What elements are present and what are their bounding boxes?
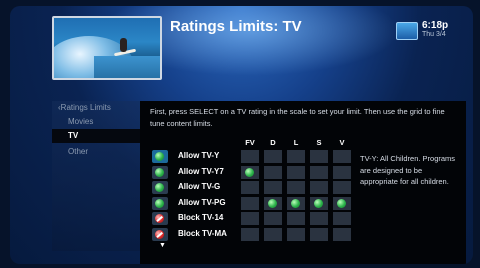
- clock-date: Thu 3/4: [422, 31, 446, 38]
- block-icon[interactable]: [152, 227, 168, 241]
- rating-description: TV-Y: All Children. Programs are designe…: [360, 154, 456, 186]
- grid-cell-d[interactable]: [264, 227, 282, 241]
- rating-row[interactable]: Block TV-14: [152, 212, 366, 227]
- grid-cell-fv[interactable]: [241, 150, 259, 163]
- grid-cell-fv[interactable]: [241, 181, 259, 194]
- grid-cell-s[interactable]: [310, 150, 328, 163]
- green-dot-icon: [337, 198, 346, 208]
- grid-cell-fv[interactable]: [241, 196, 259, 210]
- page-title: Ratings Limits: TV: [170, 18, 302, 35]
- rating-row[interactable]: Allow TV-Y7: [152, 165, 366, 181]
- grid-cell-s[interactable]: [310, 212, 328, 225]
- grid-cell-l[interactable]: [287, 181, 305, 194]
- status-area: 6:18p Thu 3/4: [396, 20, 466, 44]
- red-block-icon: [155, 229, 164, 239]
- grid-cell-d[interactable]: [264, 165, 282, 179]
- instruction-text: First, press SELECT on a TV rating in th…: [150, 107, 445, 128]
- grid-cell-v[interactable]: [333, 196, 351, 210]
- live-tv-thumbnail[interactable]: [52, 16, 162, 80]
- rating-label: Allow TV-PG: [178, 197, 226, 207]
- green-check-dot-icon: [155, 152, 164, 161]
- grid-cell-fv[interactable]: [241, 212, 259, 225]
- grid-cell-l[interactable]: [287, 150, 305, 163]
- tv-guide-icon: [396, 22, 418, 40]
- grid-cell-s[interactable]: [310, 196, 328, 210]
- green-dot-icon: [314, 198, 323, 208]
- grid-cell-s[interactable]: [310, 181, 328, 194]
- allow-icon[interactable]: [152, 165, 168, 179]
- grid-cell-fv[interactable]: [241, 227, 259, 241]
- grid-cell-l[interactable]: [287, 227, 305, 241]
- grid-cell-d[interactable]: [264, 196, 282, 210]
- clock-time: 6:18p: [422, 20, 449, 31]
- rating-label: Allow TV-Y7: [178, 166, 224, 176]
- green-dot-icon: [291, 198, 300, 208]
- surfer-image: [120, 38, 127, 52]
- rating-label: Block TV-MA: [178, 228, 227, 238]
- column-header-fv: FV: [245, 138, 255, 147]
- grid-cell-s[interactable]: [310, 165, 328, 179]
- grid-cell-fv[interactable]: [241, 165, 259, 179]
- grid-cell-v[interactable]: [333, 150, 351, 163]
- column-header-s: S: [316, 138, 322, 147]
- sidebar-item-tv[interactable]: TV: [52, 129, 140, 143]
- grid-cell-d[interactable]: [264, 181, 282, 194]
- grid-cell-l[interactable]: [287, 196, 305, 210]
- rating-label: Allow TV-Y: [178, 151, 220, 160]
- green-check-dot-icon: [155, 198, 164, 208]
- green-check-dot-icon: [155, 167, 164, 177]
- column-header-d: D: [270, 138, 276, 147]
- grid-cell-d[interactable]: [264, 212, 282, 225]
- ocean-image: [94, 56, 160, 78]
- rating-row[interactable]: Block TV-MA: [152, 227, 366, 243]
- column-header-v: V: [339, 138, 345, 147]
- ratings-panel: First, press SELECT on a TV rating in th…: [140, 101, 466, 264]
- allow-icon[interactable]: [152, 150, 168, 163]
- green-check-dot-icon: [155, 183, 164, 192]
- red-block-icon: [155, 214, 164, 223]
- rating-label: Block TV-14: [178, 213, 224, 222]
- rating-label: Allow TV-G: [178, 182, 221, 191]
- grid-cell-d[interactable]: [264, 150, 282, 163]
- grid-cell-l[interactable]: [287, 212, 305, 225]
- grid-cell-v[interactable]: [333, 165, 351, 179]
- green-dot-icon: [245, 167, 254, 177]
- rating-row[interactable]: Allow TV-Y: [152, 150, 366, 165]
- allow-icon[interactable]: [152, 196, 168, 210]
- green-dot-icon: [268, 198, 277, 208]
- rating-row[interactable]: Allow TV-PG: [152, 196, 366, 212]
- rating-row[interactable]: Allow TV-G: [152, 181, 366, 196]
- grid-cell-v[interactable]: [333, 212, 351, 225]
- grid-cell-v[interactable]: [333, 181, 351, 194]
- grid-cell-s[interactable]: [310, 227, 328, 241]
- sidebar-item-movies[interactable]: Movies: [52, 115, 140, 129]
- sidebar-item-other[interactable]: Other: [52, 145, 140, 159]
- block-icon[interactable]: [152, 212, 168, 225]
- sidebar: ‹Ratings Limits Movies TV Other: [52, 101, 140, 251]
- breadcrumb-ratings-limits[interactable]: ‹Ratings Limits: [52, 101, 146, 115]
- scroll-down-icon[interactable]: ▼: [159, 242, 166, 249]
- grid-cell-l[interactable]: [287, 165, 305, 179]
- column-header-l: L: [293, 138, 299, 147]
- allow-icon[interactable]: [152, 181, 168, 194]
- tv-screen: Ratings Limits: TV 6:18p Thu 3/4 ‹Rating…: [10, 6, 473, 264]
- grid-cell-v[interactable]: [333, 227, 351, 241]
